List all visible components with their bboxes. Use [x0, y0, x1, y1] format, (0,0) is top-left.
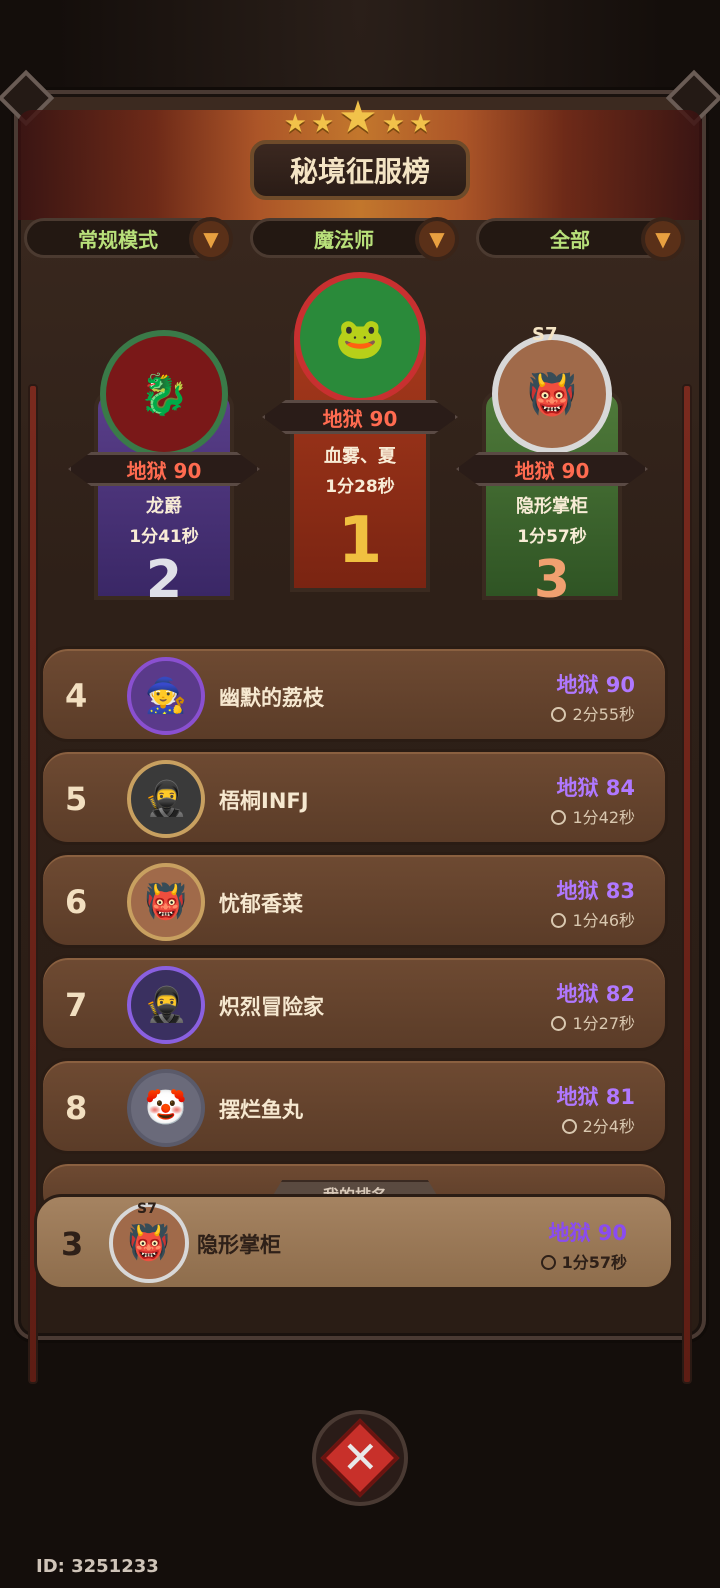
close-button[interactable]: ✕: [312, 1410, 408, 1506]
filter-bar: 常规模式 ▼ 魔法师 ▼ 全部 ▼: [24, 217, 696, 261]
player-name: 龙爵: [146, 496, 182, 517]
rank-number: 4: [65, 677, 88, 715]
level-badge: 地狱 90: [262, 400, 458, 434]
rank-number: 6: [65, 883, 88, 921]
rank-number: 2: [145, 550, 183, 610]
user-id: ID: 3251233: [36, 1556, 159, 1577]
rank-number: 7: [65, 986, 88, 1024]
rank-number: 1: [337, 504, 383, 578]
list-item[interactable]: 4 🧙 幽默的荔枝 地狱 90 2分55秒: [40, 646, 668, 742]
clear-time: 2分4秒: [561, 1113, 635, 1137]
avatar-icon: 🤡: [127, 1069, 205, 1147]
avatar-icon: 🥷: [127, 760, 205, 838]
clear-time: 1分42秒: [551, 804, 635, 828]
player-name: 忧郁香菜: [219, 892, 303, 916]
level-badge: 地狱 90: [68, 452, 260, 486]
podium-first[interactable]: 🐸 地狱 90 血雾、夏 1分28秒 1: [262, 262, 458, 612]
player-name: 隐形掌柜: [197, 1233, 281, 1257]
level-badge: 地狱 90: [456, 452, 648, 486]
avatar-icon: 🥷: [127, 966, 205, 1044]
mode-filter-dropdown[interactable]: 常规模式 ▼: [24, 217, 233, 261]
level-text: 地狱 90: [556, 673, 635, 697]
player-name: 炽烈冒险家: [219, 995, 324, 1019]
podium-third[interactable]: 👹 S7 地狱 90 隐形掌柜 1分57秒 3: [456, 324, 648, 620]
stars-icon: ★★★★★: [283, 92, 437, 143]
level-text: 地狱 84: [556, 776, 635, 800]
podium-second[interactable]: 🐉 地狱 90 龙爵 1分41秒 2: [68, 330, 260, 620]
class-filter-dropdown[interactable]: 魔法师 ▼: [250, 217, 459, 261]
monster-avatar-icon: 👹: [492, 334, 612, 454]
my-rank-row[interactable]: 3 👹 S7 隐形掌柜 地狱 90 1分57秒: [34, 1194, 674, 1290]
avatar-icon: 👹: [127, 863, 205, 941]
clear-time: 1分27秒: [551, 1010, 635, 1034]
list-item[interactable]: 5 🥷 梧桐INFJ 地狱 84 1分42秒: [40, 749, 668, 845]
player-name: 血雾、夏: [324, 446, 396, 467]
rank-number: 5: [65, 780, 88, 818]
player-name: 梧桐INFJ: [219, 789, 309, 813]
chevron-down-icon[interactable]: ▼: [189, 217, 233, 261]
rank-number: 3: [61, 1225, 84, 1263]
page-title: 秘境征服榜: [250, 140, 470, 200]
player-name: 摆烂鱼丸: [219, 1098, 303, 1122]
chevron-down-icon[interactable]: ▼: [641, 217, 685, 261]
clear-time: 1分57秒: [517, 527, 587, 547]
rank-number: 3: [533, 550, 571, 610]
player-name: 幽默的荔枝: [219, 686, 324, 710]
list-item[interactable]: 6 👹 忧郁香菜 地狱 83 1分46秒: [40, 852, 668, 948]
clear-time: 1分57秒: [540, 1249, 627, 1273]
level-text: 地狱 81: [556, 1085, 635, 1109]
level-text: 地狱 82: [556, 982, 635, 1006]
clear-time: 1分46秒: [551, 907, 635, 931]
clock-icon: [551, 1016, 567, 1031]
level-text: 地狱 83: [556, 879, 635, 903]
clock-icon: [551, 707, 567, 722]
clock-icon: [551, 913, 567, 928]
list-item[interactable]: 7 🥷 炽烈冒险家 地狱 82 1分27秒: [40, 955, 668, 1051]
avatar-icon: 🧙: [127, 657, 205, 735]
dragon-avatar-icon: 🐉: [100, 330, 228, 458]
season-badge: S7: [137, 1201, 157, 1217]
clear-time: 1分41秒: [129, 527, 199, 547]
level-text: 地狱 90: [548, 1221, 627, 1245]
season-badge: S7: [532, 324, 558, 345]
clear-time: 1分28秒: [325, 477, 395, 497]
clock-icon: [540, 1255, 556, 1270]
clock-icon: [551, 810, 567, 825]
clock-icon: [561, 1119, 577, 1134]
chevron-down-icon[interactable]: ▼: [415, 217, 459, 261]
close-icon: ✕: [320, 1418, 400, 1498]
rank-number: 8: [65, 1089, 88, 1127]
scope-filter-dropdown[interactable]: 全部 ▼: [476, 217, 685, 261]
list-item[interactable]: 8 🤡 摆烂鱼丸 地狱 81 2分4秒: [40, 1058, 668, 1154]
player-name: 隐形掌柜: [516, 496, 588, 517]
frog-avatar-icon: 🐸: [294, 272, 426, 404]
clear-time: 2分55秒: [551, 701, 635, 725]
right-rail: [682, 384, 692, 1384]
